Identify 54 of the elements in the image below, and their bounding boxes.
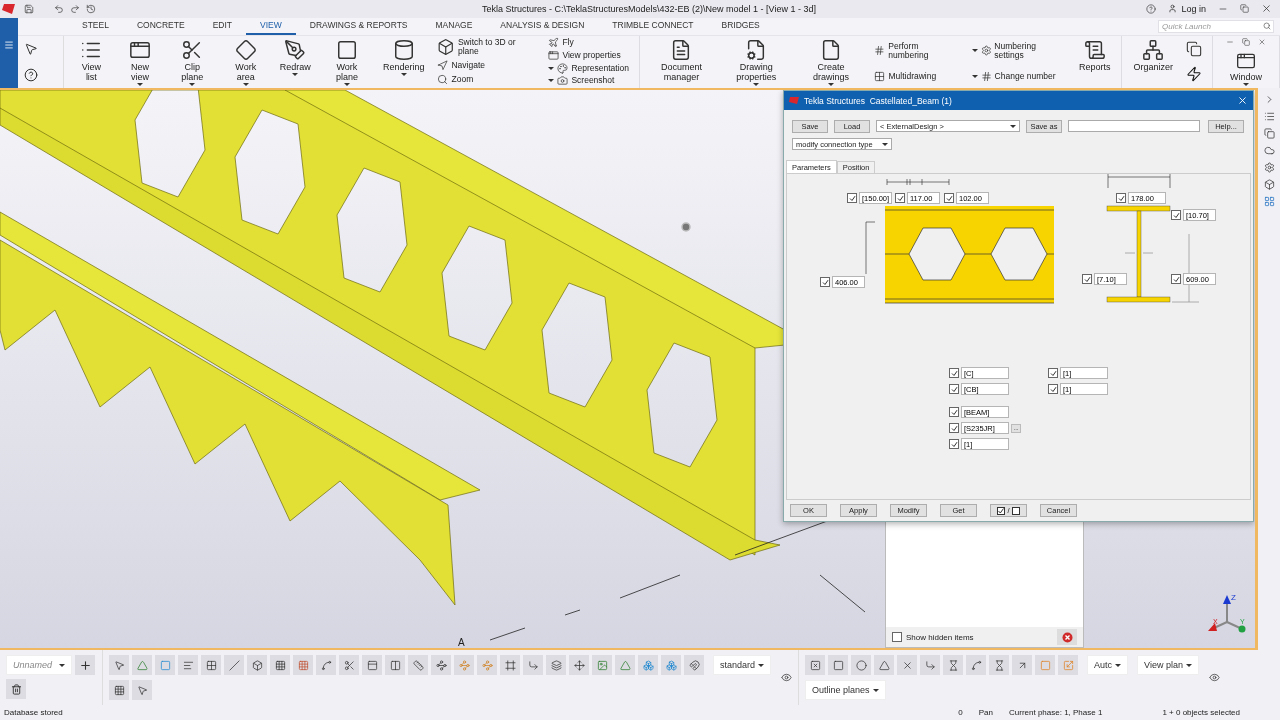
dropdown-value: Unnamed	[13, 660, 53, 670]
ribbon-button[interactable]: Reports	[1071, 35, 1118, 88]
status-text: Current phase: 1, Phase 1	[1009, 708, 1103, 717]
dialog-title: Tekla Structures Castellated_Beam (1)	[804, 95, 953, 106]
snap-dropdown[interactable]: Autc	[1087, 655, 1129, 675]
ribbon-button[interactable]: Multidrawing	[874, 70, 960, 82]
ribbon-tab[interactable]: STEEL	[68, 17, 123, 35]
ribbon-tab[interactable]: TRIMBLE CONNECT	[598, 17, 708, 35]
ribbon-button[interactable]: Perform numbering	[874, 41, 960, 60]
snap-dropdown[interactable]: View plan	[1137, 655, 1199, 675]
ribbon-button[interactable]: Numbering settings	[971, 41, 1066, 60]
ribbon-button[interactable]: New view	[114, 35, 166, 88]
ribbon-button[interactable]: Switch to 3D or plane	[437, 38, 537, 57]
ribbon-button[interactable]: Document manager	[644, 35, 719, 88]
quick-launch-field[interactable]: Quick Launch	[1158, 19, 1274, 33]
ribbon-tab[interactable]: BRIDGES	[707, 17, 774, 35]
status-text: 0	[958, 708, 963, 717]
ribbon-button[interactable]: Drawing properties	[718, 35, 794, 88]
ribbon-button[interactable]: Navigate	[437, 59, 537, 71]
ribbon-button[interactable]: View list	[68, 35, 115, 88]
ribbon-button[interactable]: Clip plane	[165, 35, 219, 88]
login-link[interactable]: Log in	[1168, 3, 1206, 14]
dropdown-value: View plan	[1144, 660, 1183, 670]
ribbon-button[interactable]: Organizer	[1126, 35, 1180, 88]
checkbox-label: Show hidden items	[906, 632, 975, 642]
window-title: Tekla Structures - C:\TeklaStructuresModels\432-EB (2)\New model 1 - [View 1 - 3d]	[482, 3, 816, 14]
ribbon-tab[interactable]: DRAWINGS & REPORTS	[295, 17, 422, 35]
ribbon-button[interactable]: Work plane	[317, 35, 376, 88]
status-message: Database stored	[4, 708, 63, 717]
ribbon-tab[interactable]: ANALYSIS & DESIGN	[486, 17, 599, 35]
ribbon-button[interactable]: Redraw	[272, 35, 318, 88]
ribbon-button[interactable]: Zoom	[437, 74, 537, 86]
filter-dropdown[interactable]: Unnamed	[6, 655, 72, 675]
ribbon-button[interactable]: Window	[1223, 47, 1269, 86]
grid-label: A	[458, 637, 465, 648]
dropdown-value: Outline planes	[812, 685, 870, 695]
ribbon-button[interactable]: Screenshot	[548, 75, 630, 87]
ribbon-button[interactable]: Representation	[548, 62, 630, 74]
ribbon-button[interactable]: Rendering	[375, 35, 432, 88]
dropdown-value: standard	[720, 660, 756, 670]
axis-label: Z	[1231, 593, 1236, 602]
ribbon-button[interactable]: Create drawings	[793, 35, 869, 88]
dropdown-value: Autc	[1094, 660, 1113, 670]
ribbon-tab[interactable]: CONCRETE	[122, 17, 199, 35]
ribbon-button[interactable]: Change number	[971, 70, 1066, 82]
status-text: 1 + 0 objects selected	[1162, 708, 1240, 717]
ribbon-tab[interactable]: EDIT	[198, 17, 246, 35]
ribbon-button[interactable]: Work area	[218, 35, 273, 88]
ribbon-button[interactable]: View properties	[548, 50, 630, 61]
status-text: Pan	[978, 708, 993, 717]
ribbon-button[interactable]: Fly	[548, 37, 630, 49]
plane-dropdown[interactable]: Outline planes	[805, 680, 886, 700]
ribbon-tab[interactable]: MANAGE	[421, 17, 487, 35]
switch-dropdown[interactable]: standard	[713, 655, 772, 675]
